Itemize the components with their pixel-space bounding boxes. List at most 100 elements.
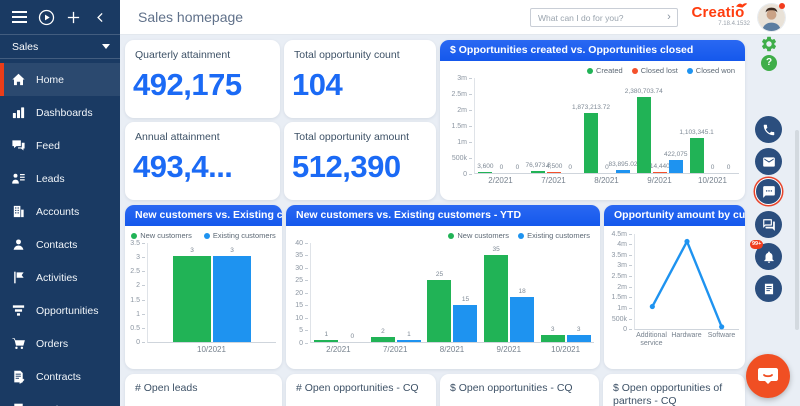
- x-axis-label: Additional service: [636, 332, 667, 348]
- card-open-leads[interactable]: # Open leads: [125, 374, 282, 406]
- sidebar-toolbar: [0, 0, 120, 35]
- run-process-icon[interactable]: [37, 8, 55, 26]
- sidebar-item-contracts[interactable]: Contracts: [0, 360, 120, 393]
- top-bar: Sales homepage › Creatio 7.18.4.1532: [120, 0, 800, 35]
- settings-gear-icon[interactable]: [760, 35, 778, 53]
- bar-existing-customers-10/2021[interactable]: [566, 334, 591, 342]
- live-chat-icon: [758, 368, 778, 384]
- chart-new-vs-existing-customers-ytd: New customers vs. Existing customers - Y…: [286, 205, 600, 369]
- plot-area: 3,600 0 0 76,973.8 4,500 0 1,873,213.72 0 83,895…: [474, 78, 739, 174]
- workspace-label: Sales: [12, 40, 39, 53]
- bar-value-label: 422,075: [664, 150, 688, 158]
- plot-area: 1 0 2 1 25 15 35 18 3 3: [310, 243, 594, 343]
- sidebar-item-label: Feed: [36, 139, 60, 152]
- bar-existing-customers-10/2021[interactable]: [213, 256, 251, 342]
- kpi-total-opportunity-amount[interactable]: Total opportunity amount 512,390: [284, 122, 436, 200]
- search-submit-icon[interactable]: ›: [661, 9, 677, 26]
- bar-created-7/2021[interactable]: [531, 170, 546, 173]
- add-new-icon[interactable]: [65, 8, 83, 26]
- sidebar-item-dashboards[interactable]: Dashboards: [0, 96, 120, 129]
- live-chat-button[interactable]: [746, 354, 790, 398]
- chat-icon[interactable]: [755, 178, 782, 205]
- workspace-selector[interactable]: Sales: [0, 35, 120, 59]
- bar-closed-lost-7/2021[interactable]: [547, 172, 562, 173]
- chart-title[interactable]: $ Opportunities created vs. Opportunitie…: [440, 40, 745, 61]
- bar-closed-won-9/2021[interactable]: [668, 159, 683, 173]
- bar-value-label: 83,895.02: [608, 161, 638, 169]
- bar-group-7/2021: 76,973.8 4,500 0: [526, 78, 581, 173]
- bar-closed-won-8/2021[interactable]: [615, 170, 630, 173]
- scrollbar[interactable]: [795, 130, 799, 330]
- kpi-annual-attainment[interactable]: Annual attainment 493,4...: [125, 122, 280, 200]
- sidebar-item-contacts[interactable]: Contacts: [0, 228, 120, 261]
- help-icon[interactable]: ?: [761, 55, 777, 71]
- kpi-value: 492,175: [133, 67, 242, 102]
- feed-bubbles-icon[interactable]: [755, 211, 782, 238]
- bar-existing-customers-8/2021[interactable]: [453, 304, 478, 342]
- chart-title[interactable]: New customers vs. Existing c...: [125, 205, 282, 226]
- feed-icon: [0, 138, 36, 153]
- sidebar-item-home[interactable]: Home: [0, 63, 120, 96]
- bar-group-10/2021: 1,103,345.1 0 0: [679, 78, 739, 173]
- kpi-quarterly-attainment[interactable]: Quarterly attainment 492,175: [125, 40, 280, 118]
- sidebar-item-label: Accounts: [36, 205, 80, 218]
- card-title: $ Open opportunities - CQ: [450, 382, 573, 394]
- x-axis-label: 10/2021: [551, 345, 581, 354]
- bar-new-customers-7/2021[interactable]: [370, 337, 395, 342]
- legend-item: Existing customers: [518, 231, 590, 240]
- bar-created-9/2021[interactable]: [636, 96, 651, 173]
- sidebar-item-invoices[interactable]: Invoices: [0, 393, 120, 406]
- tasks-icon[interactable]: [755, 275, 782, 302]
- bar-group-9/2021: 35 18: [481, 243, 538, 342]
- email-icon[interactable]: [755, 148, 782, 175]
- bar-created-8/2021[interactable]: [583, 113, 598, 173]
- collapse-sidebar-icon[interactable]: [92, 8, 110, 26]
- x-axis: 2/2021 7/2021 8/2021 9/2021 10/2021: [474, 176, 745, 185]
- sidebar-item-opportunities[interactable]: Opportunities: [0, 294, 120, 327]
- sidebar: Sales Home Dashboards Feed Leads Accounts Con…: [0, 0, 120, 406]
- bar-created-10/2021[interactable]: [689, 137, 704, 173]
- phone-icon[interactable]: [755, 116, 782, 143]
- bar-new-customers-2/2021[interactable]: [314, 339, 339, 342]
- kpi-total-opportunity-count[interactable]: Total opportunity count 104: [284, 40, 436, 118]
- sidebar-item-accounts[interactable]: Accounts: [0, 195, 120, 228]
- sidebar-item-label: Contracts: [36, 370, 81, 383]
- bar-closed-lost-9/2021[interactable]: [652, 172, 667, 173]
- card-open-opportunities-partners-cq[interactable]: $ Open opportunities of partners - CQ: [603, 374, 745, 406]
- card-open-opportunities-amount-cq[interactable]: $ Open opportunities - CQ: [440, 374, 599, 406]
- line-series: [651, 238, 723, 328]
- line-point-Additional service[interactable]: [649, 303, 655, 310]
- chart-legend: New customers Existing customers: [286, 226, 600, 241]
- bar-value-label: 1: [407, 330, 411, 338]
- notifications-badge: 99+: [750, 240, 764, 249]
- chart-title[interactable]: New customers vs. Existing customers - Y…: [286, 205, 600, 226]
- legend-dot: [448, 232, 455, 239]
- sidebar-item-activities[interactable]: Activities: [0, 261, 120, 294]
- plot-area: [634, 234, 739, 330]
- bar-existing-customers-9/2021[interactable]: [510, 297, 535, 342]
- bar-created-2/2021[interactable]: [478, 172, 493, 173]
- sidebar-item-leads[interactable]: Leads: [0, 162, 120, 195]
- kpi-title: Total opportunity amount: [294, 131, 409, 143]
- x-axis: Additional service Hardware Software: [634, 332, 745, 348]
- chart-title[interactable]: Opportunity amount by cust...: [604, 205, 745, 226]
- card-open-opportunities-count-cq[interactable]: # Open opportunities - CQ: [286, 374, 436, 406]
- bar-value-label: 3: [576, 325, 581, 333]
- bar-existing-customers-7/2021[interactable]: [396, 339, 421, 342]
- chart-opportunity-amount-by-customer: Opportunity amount by cust... 4.5m4m3.5m…: [604, 205, 745, 369]
- bar-group-7/2021: 21: [368, 243, 425, 342]
- sidebar-item-orders[interactable]: Orders: [0, 327, 120, 360]
- line-point-Software[interactable]: [719, 324, 725, 330]
- bar-new-customers-8/2021[interactable]: [427, 279, 452, 342]
- line-point-Hardware[interactable]: [684, 238, 690, 245]
- search-input[interactable]: [531, 12, 661, 23]
- x-axis-label: 8/2021: [439, 345, 465, 354]
- bar-group-8/2021: 25 15: [424, 243, 481, 342]
- invoices-icon: [0, 402, 36, 406]
- bar-new-customers-10/2021[interactable]: [540, 334, 565, 342]
- bar-new-customers-10/2021[interactable]: [173, 256, 211, 342]
- bar-new-customers-9/2021[interactable]: [484, 254, 509, 342]
- sidebar-item-feed[interactable]: Feed: [0, 129, 120, 162]
- bar-value-label: 35: [492, 245, 500, 253]
- menu-hamburger-icon[interactable]: [10, 8, 28, 26]
